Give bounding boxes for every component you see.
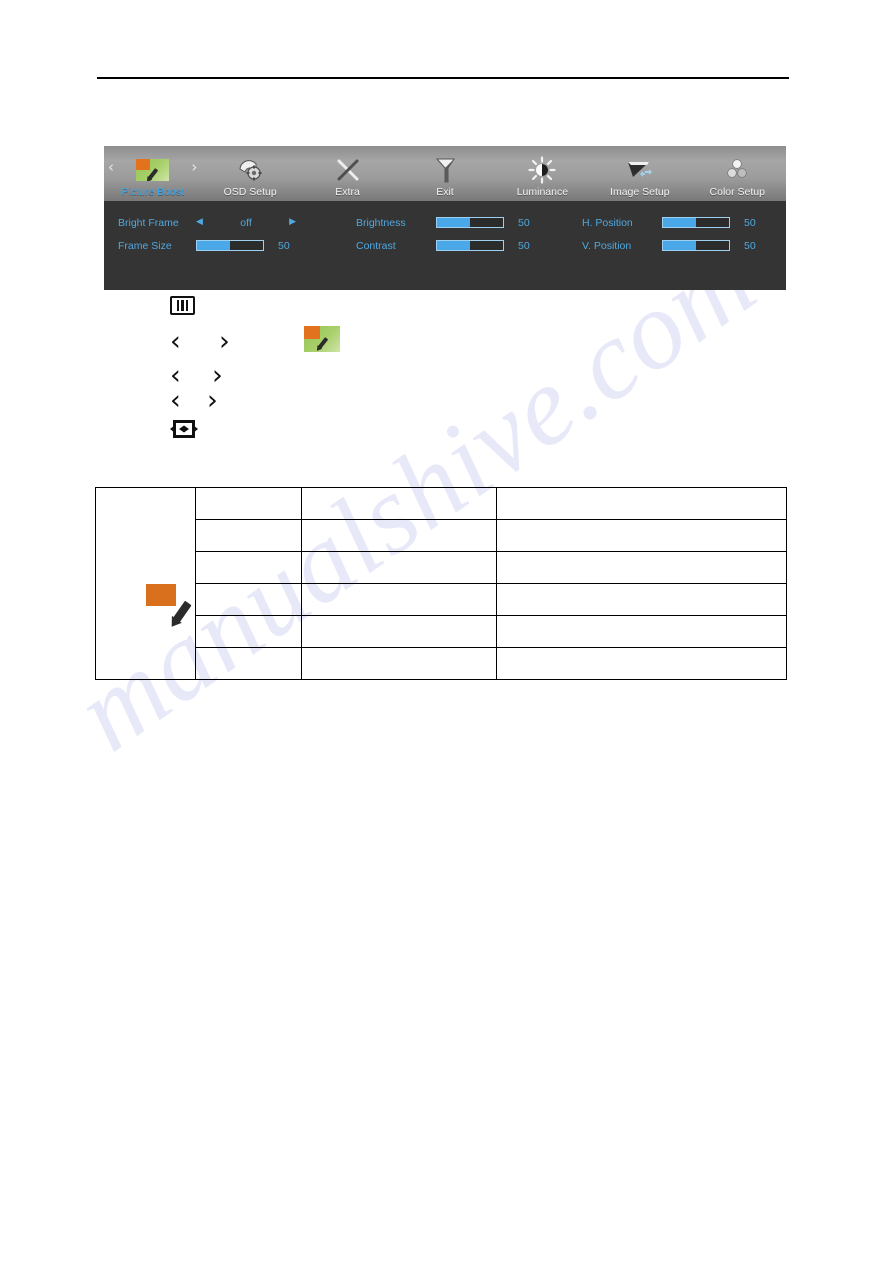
picture-boost-thumbnail-icon xyxy=(130,155,176,185)
table-cell-desc xyxy=(301,551,498,584)
osd-settings-body: Bright Frame ◀ off ▶ Frame Size 50 Brigh… xyxy=(104,201,786,290)
bright-frame-spinner[interactable]: ◀ off ▶ xyxy=(196,217,296,229)
picture-boost-thumbnail-icon xyxy=(304,326,340,357)
table-cell-desc xyxy=(301,583,498,616)
setting-row-h-position[interactable]: H. Position 50 xyxy=(582,211,782,234)
contrast-slider[interactable] xyxy=(436,240,504,251)
v-position-value: 50 xyxy=(744,239,756,252)
osd-column-picture-boost: Bright Frame ◀ off ▶ Frame Size 50 xyxy=(118,211,336,257)
setting-row-frame-size[interactable]: Frame Size 50 xyxy=(118,234,336,257)
table-cell-desc xyxy=(301,519,498,552)
table-cell-note xyxy=(496,487,787,520)
setting-row-bright-frame[interactable]: Bright Frame ◀ off ▶ xyxy=(118,211,336,234)
table-row xyxy=(94,487,787,680)
setting-label-brightness: Brightness xyxy=(356,216,406,229)
v-position-slider[interactable] xyxy=(662,240,730,251)
h-position-slider[interactable] xyxy=(662,217,730,228)
table-row xyxy=(96,647,787,680)
extra-icon xyxy=(325,155,371,185)
setting-label-frame-size: Frame Size xyxy=(118,239,172,252)
osd-column-position: H. Position 50 V. Position 50 xyxy=(582,211,782,257)
osd-column-luminance: Brightness 50 Contrast 50 xyxy=(356,211,568,257)
tab-osd-setup[interactable]: OSD Setup xyxy=(201,146,298,201)
setting-row-v-position[interactable]: V. Position 50 xyxy=(582,234,782,257)
auto-exit-button-icon xyxy=(170,419,198,439)
tab-next-arrow-icon[interactable]: › xyxy=(191,160,197,175)
frame-size-slider[interactable] xyxy=(196,240,264,251)
setting-row-brightness[interactable]: Brightness 50 xyxy=(356,211,568,234)
bright-frame-left-arrow-icon[interactable]: ◀ xyxy=(196,218,203,227)
specification-table xyxy=(94,487,787,680)
table-cell-item xyxy=(195,647,303,680)
table-cell-item xyxy=(195,583,303,616)
tab-label-color-setup: Color Setup xyxy=(709,186,765,198)
setting-label-v-position: V. Position xyxy=(582,239,632,252)
setting-label-contrast: Contrast xyxy=(356,239,396,252)
table-cell-desc xyxy=(301,615,498,648)
osd-setup-icon xyxy=(227,155,273,185)
table-cell-note xyxy=(496,647,787,680)
osd-menu-panel: ‹ › Picture Boost OSD Setup Extra Exit L… xyxy=(104,146,786,290)
chevron-left-icon: ‹ xyxy=(170,385,181,416)
luminance-icon xyxy=(519,155,565,185)
table-icon-cell xyxy=(94,487,197,680)
tab-prev-arrow-icon[interactable]: ‹ xyxy=(108,160,114,175)
setting-row-contrast[interactable]: Contrast 50 xyxy=(356,234,568,257)
color-setup-icon xyxy=(714,155,760,185)
table-cell-note xyxy=(496,583,787,616)
tab-label-extra: Extra xyxy=(335,186,360,198)
tab-image-setup[interactable]: Image Setup xyxy=(591,146,688,201)
table-row xyxy=(96,615,787,648)
table-cell-note xyxy=(496,615,787,648)
chevron-right-icon: › xyxy=(219,326,230,357)
tab-luminance[interactable]: Luminance xyxy=(494,146,591,201)
tab-label-picture-boost: Picture Boost xyxy=(121,186,184,198)
tab-label-exit: Exit xyxy=(436,186,454,198)
tab-exit[interactable]: Exit xyxy=(396,146,493,201)
setting-label-h-position: H. Position xyxy=(582,216,633,229)
tab-color-setup[interactable]: Color Setup xyxy=(689,146,786,201)
table-row xyxy=(96,519,787,552)
contrast-value: 50 xyxy=(518,239,530,252)
h-position-value: 50 xyxy=(744,216,756,229)
tab-label-image-setup: Image Setup xyxy=(610,186,670,198)
exit-icon xyxy=(422,155,468,185)
table-cell-item xyxy=(195,487,303,520)
header-divider xyxy=(97,77,789,79)
bright-frame-value: off xyxy=(240,216,252,229)
table-cell-item xyxy=(195,519,303,552)
brightness-value: 50 xyxy=(518,216,530,229)
tab-label-osd-setup: OSD Setup xyxy=(223,186,277,198)
frame-size-value: 50 xyxy=(278,239,290,252)
tab-label-luminance: Luminance xyxy=(516,186,569,198)
table-cell-desc xyxy=(301,647,498,680)
image-setup-icon xyxy=(617,155,663,185)
tab-picture-boost[interactable]: ‹ › Picture Boost xyxy=(104,146,201,201)
osd-tab-bar: ‹ › Picture Boost OSD Setup Extra Exit L… xyxy=(104,146,786,201)
menu-button-icon xyxy=(170,296,195,315)
chevron-right-icon: › xyxy=(207,385,218,416)
chevron-left-icon: ‹ xyxy=(170,326,181,357)
table-cell-note xyxy=(496,519,787,552)
brightness-slider[interactable] xyxy=(436,217,504,228)
bright-frame-right-arrow-icon[interactable]: ▶ xyxy=(289,218,296,227)
table-row xyxy=(96,551,787,584)
table-row xyxy=(96,583,787,616)
setting-label-bright-frame: Bright Frame xyxy=(118,216,179,229)
table-cell-item xyxy=(195,615,303,648)
table-cell-item xyxy=(195,551,303,584)
table-cell-desc xyxy=(301,487,498,520)
tab-extra[interactable]: Extra xyxy=(299,146,396,201)
table-cell-note xyxy=(496,551,787,584)
